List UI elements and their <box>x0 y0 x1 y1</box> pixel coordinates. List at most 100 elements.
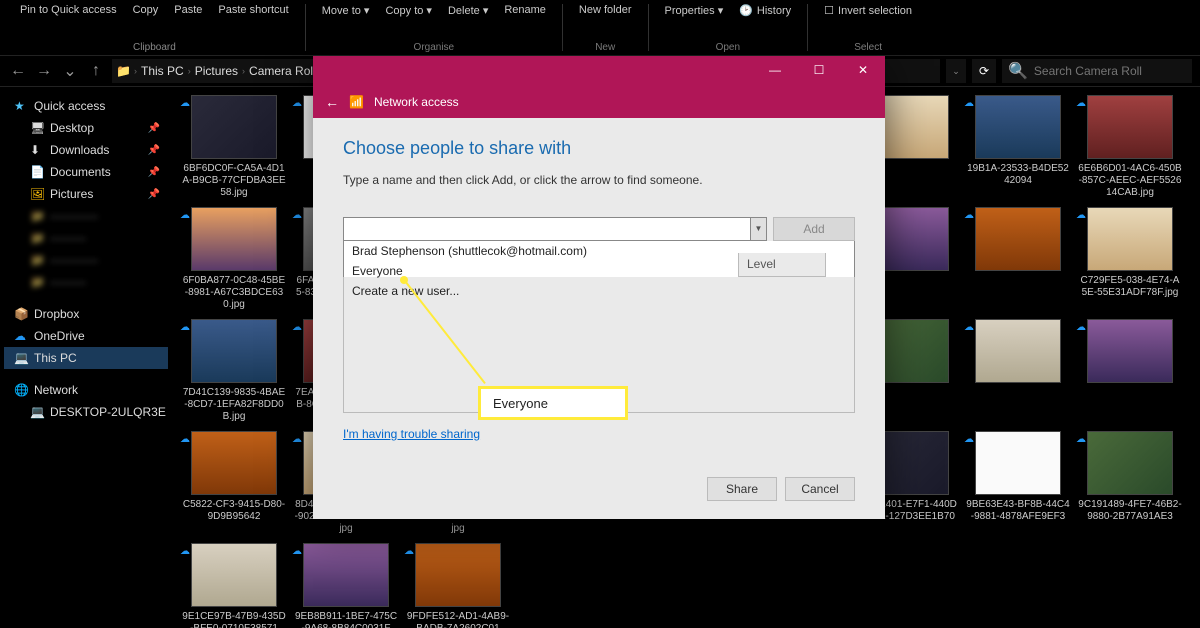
thumbnail: ☁ <box>1087 95 1173 159</box>
cloud-status-icon: ☁ <box>180 322 190 333</box>
thumbnail: ☁ <box>303 543 389 607</box>
share-name-input[interactable] <box>344 218 750 240</box>
sidebar-item-blurred[interactable]: 📁———— <box>4 249 168 271</box>
dialog-back-button[interactable]: ← <box>325 94 339 110</box>
file-item[interactable]: ☁ 6F0BA877-0C48-45BE-8981-A67C3BDCE630.jp… <box>180 207 288 311</box>
pin-icon: 📌 <box>148 167 160 178</box>
thumbnail: ☁ <box>975 207 1061 271</box>
cloud-status-icon: ☁ <box>964 322 974 333</box>
sidebar-quick-access[interactable]: ★Quick access <box>4 95 168 117</box>
ribbon-group-organise: Organise <box>414 42 455 53</box>
history-button[interactable]: 🕑 History <box>735 2 795 19</box>
breadcrumb-pictures[interactable]: Pictures <box>195 64 238 78</box>
paste-button[interactable]: Paste <box>170 2 206 18</box>
file-item[interactable]: ☁7D41C139-9835-4BAE-8CD7-1EFA82F8DD0B.jp… <box>180 319 288 423</box>
thumbnail: ☁ <box>1087 207 1173 271</box>
thumbnail: ☁ <box>975 319 1061 383</box>
thumbnail: ☁ <box>191 543 277 607</box>
file-item[interactable]: ☁ 9E1CE97B-47B9-435D-BFE0-0710F38571 <box>180 543 288 628</box>
ribbon-group-new: New <box>595 42 615 53</box>
file-item[interactable]: ☁ 6BF6DC0F-CA5A-4D1A-B9CB-77CFDBA3EE58.jp… <box>180 95 288 199</box>
sidebar-this-pc[interactable]: 💻This PC <box>4 347 168 369</box>
add-button[interactable]: Add <box>773 217 855 241</box>
up-button[interactable]: ↑ <box>86 62 106 80</box>
rename-button[interactable]: Rename <box>500 2 550 19</box>
file-name: 6F0BA877-0C48-45BE-8981-A67C3BDCE630.jpg <box>180 275 288 311</box>
ribbon: Pin to Quick access Copy Paste Paste sho… <box>0 0 1200 55</box>
file-name: C729FE5-038-4E74-A5E-55E31ADF78F.jpg <box>1076 275 1184 299</box>
sidebar-documents[interactable]: 📄Documents📌 <box>4 161 168 183</box>
file-item[interactable]: ☁ 9BE63E43-BF8B-44C4-9881-4878AFE9EF3 <box>964 431 1072 535</box>
sidebar-item-blurred[interactable]: 📁——— <box>4 271 168 293</box>
search-input[interactable] <box>1034 64 1189 78</box>
folder-icon: 📁 <box>116 64 130 78</box>
file-name: 9C191489-4FE7-46B2-9880-2B77A91AE3 <box>1076 499 1184 523</box>
file-item[interactable]: ☁ C729FE5-038-4E74-A5E-55E31ADF78F.jpg <box>1076 207 1184 311</box>
sidebar-network[interactable]: 🌐Network <box>4 379 168 401</box>
back-button[interactable]: ← <box>8 62 28 80</box>
cloud-status-icon: ☁ <box>404 546 414 557</box>
search-icon: 🔍 <box>1008 61 1028 81</box>
trouble-sharing-link[interactable]: I'm having trouble sharing <box>343 427 480 441</box>
file-item[interactable]: ☁6E6B6D01-4AC6-450B-857C-AEEC-AEF552614C… <box>1076 95 1184 199</box>
cloud-status-icon: ☁ <box>180 98 190 109</box>
copy-button[interactable]: Copy <box>129 2 163 18</box>
sidebar-downloads[interactable]: ⬇Downloads📌 <box>4 139 168 161</box>
share-button[interactable]: Share <box>707 477 777 501</box>
copy-to-button[interactable]: Copy to ▾ <box>381 2 436 19</box>
maximize-button[interactable]: ☐ <box>797 56 841 85</box>
breadcrumb-camera-roll[interactable]: Camera Roll <box>249 64 316 78</box>
paste-shortcut-button[interactable]: Paste shortcut <box>214 2 292 18</box>
file-item[interactable]: ☁ <box>964 319 1072 423</box>
sidebar-dropbox[interactable]: 📦Dropbox <box>4 303 168 325</box>
share-name-dropdown[interactable]: ▼ <box>750 218 766 240</box>
move-to-button[interactable]: Move to ▾ <box>318 2 374 19</box>
sidebar-item-blurred[interactable]: 📁———— <box>4 205 168 227</box>
delete-button[interactable]: Delete ▾ <box>444 2 492 19</box>
pin-icon: 📌 <box>148 189 160 200</box>
forward-button[interactable]: → <box>34 62 54 80</box>
breadcrumb-dropdown[interactable]: ⌄ <box>946 59 966 83</box>
pin-icon: 📌 <box>148 145 160 156</box>
thumbnail: ☁ <box>975 95 1061 159</box>
cloud-status-icon: ☁ <box>964 434 974 445</box>
file-item[interactable]: ☁ 9FDFE512-AD1-4AB9-BADB-7A2602C01 <box>404 543 512 628</box>
desktop-icon: 🖥 <box>30 121 44 135</box>
cloud-status-icon: ☁ <box>292 546 302 557</box>
file-name: 9E1CE97B-47B9-435D-BFE0-0710F38571 <box>180 611 288 628</box>
network-icon: 🌐 <box>14 383 28 397</box>
recent-locations-button[interactable]: ⌄ <box>60 61 80 81</box>
invert-selection-button[interactable]: ☐ Invert selection <box>820 2 916 19</box>
properties-button[interactable]: Properties ▾ <box>661 2 728 19</box>
file-item[interactable]: ☁ <box>1076 319 1184 423</box>
file-item[interactable]: ☁9EB8B911-1BE7-475C-9A68-8B84C0031F <box>292 543 400 628</box>
cloud-status-icon: ☁ <box>180 546 190 557</box>
cancel-button[interactable]: Cancel <box>785 477 855 501</box>
sidebar-pictures[interactable]: 🖼Pictures📌 <box>4 183 168 205</box>
close-button[interactable]: ✕ <box>841 56 885 85</box>
thumbnail: ☁ <box>191 207 277 271</box>
minimize-button[interactable]: — <box>753 56 797 85</box>
file-item[interactable]: ☁ 9C191489-4FE7-46B2-9880-2B77A91AE3 <box>1076 431 1184 535</box>
sidebar-item-blurred[interactable]: 📁——— <box>4 227 168 249</box>
dialog-subtitle: Type a name and then click Add, or click… <box>343 173 855 187</box>
share-name-combobox[interactable]: ▼ <box>343 217 767 241</box>
pin-to-quick-access-button[interactable]: Pin to Quick access <box>16 2 121 18</box>
file-item[interactable]: ☁ <box>964 207 1072 311</box>
sidebar-desktop-pc[interactable]: 💻DESKTOP-2ULQR3E <box>4 401 168 423</box>
cloud-status-icon: ☁ <box>1076 434 1086 445</box>
sidebar-onedrive[interactable]: ☁OneDrive <box>4 325 168 347</box>
search-box[interactable]: 🔍 <box>1002 59 1192 83</box>
sidebar-desktop[interactable]: 🖥Desktop📌 <box>4 117 168 139</box>
pc-icon: 💻 <box>30 405 44 419</box>
file-item[interactable]: ☁C5822-CF3-9415-D80-9D9B95642 <box>180 431 288 535</box>
file-name: 6BF6DC0F-CA5A-4D1A-B9CB-77CFDBA3EE58.jpg <box>180 163 288 199</box>
file-name: 9BE63E43-BF8B-44C4-9881-4878AFE9EF3 <box>964 499 1072 523</box>
thumbnail: ☁ <box>1087 431 1173 495</box>
dialog-titlebar: — ☐ ✕ <box>313 56 885 85</box>
refresh-button[interactable]: ⟳ <box>972 59 996 83</box>
new-folder-button[interactable]: New folder <box>575 2 636 18</box>
breadcrumb-this-pc[interactable]: This PC <box>141 64 184 78</box>
file-item[interactable]: ☁19B1A-23533-B4DE5242094 <box>964 95 1072 199</box>
file-name: 9FDFE512-AD1-4AB9-BADB-7A2602C01 <box>404 611 512 628</box>
